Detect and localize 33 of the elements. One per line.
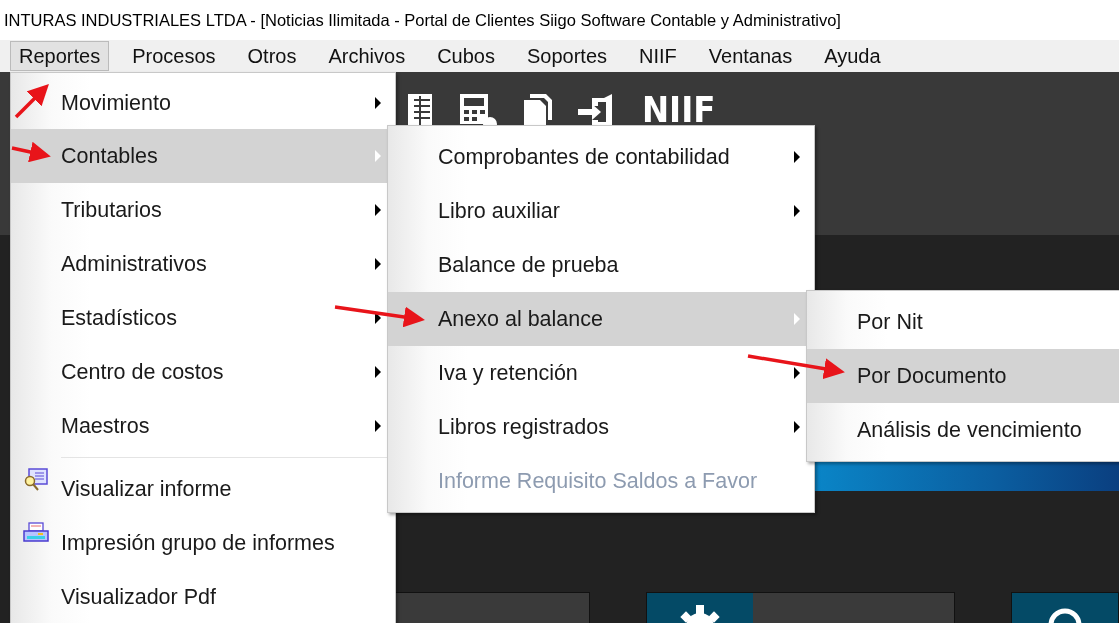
submenu-arrow-icon [794, 313, 800, 325]
menu-bar-item[interactable]: Archivos [319, 41, 415, 71]
menu-bar-item[interactable]: Ventanas [699, 41, 802, 71]
submenu-arrow-icon [375, 366, 381, 378]
menu-item[interactable]: Movimiento [11, 77, 395, 129]
submenu-arrow-icon [794, 421, 800, 433]
window-title: INTURAS INDUSTRIALES LTDA - [Noticias Ilimitada - Portal de Clientes Siigo Software Contable y Administrativo] [0, 0, 1119, 40]
submenu-arrow-icon [375, 97, 381, 109]
menu-item[interactable]: Libro auxiliar [388, 184, 814, 238]
submenu-arrow-icon [794, 205, 800, 217]
annotation-arrow [14, 84, 49, 119]
menu-bar-item[interactable]: Cubos [428, 41, 504, 71]
menu-bar-item[interactable]: NIIF [630, 41, 686, 71]
menu-item[interactable]: Por Documento [807, 349, 1119, 403]
annotation-arrow [11, 141, 51, 163]
tile[interactable] [645, 592, 955, 623]
menu-bar-item[interactable]: Reportes [10, 41, 110, 71]
submenu-arrow-icon [375, 312, 381, 324]
menu-item[interactable]: Impresión grupo de informes [11, 516, 395, 570]
menu-bar-item[interactable]: Otros [238, 41, 306, 71]
submenu-arrow-icon [794, 367, 800, 379]
tile[interactable] [395, 592, 590, 623]
toolbar-label: NIIF [642, 92, 716, 128]
menu-bar-item[interactable]: Soportes [517, 41, 616, 71]
submenu-arrow-icon [375, 420, 381, 432]
submenu-arrow-icon [375, 204, 381, 216]
submenu-arrow-icon [794, 151, 800, 163]
menu-bar-item[interactable]: Procesos [123, 41, 225, 71]
menu-item[interactable]: Visualizador Pdf [11, 570, 395, 623]
menu-bar-item[interactable]: Ayuda [815, 41, 890, 71]
submenu-arrow-icon [375, 258, 381, 270]
tile[interactable] [1011, 592, 1119, 623]
submenu-arrow-icon [375, 150, 381, 162]
